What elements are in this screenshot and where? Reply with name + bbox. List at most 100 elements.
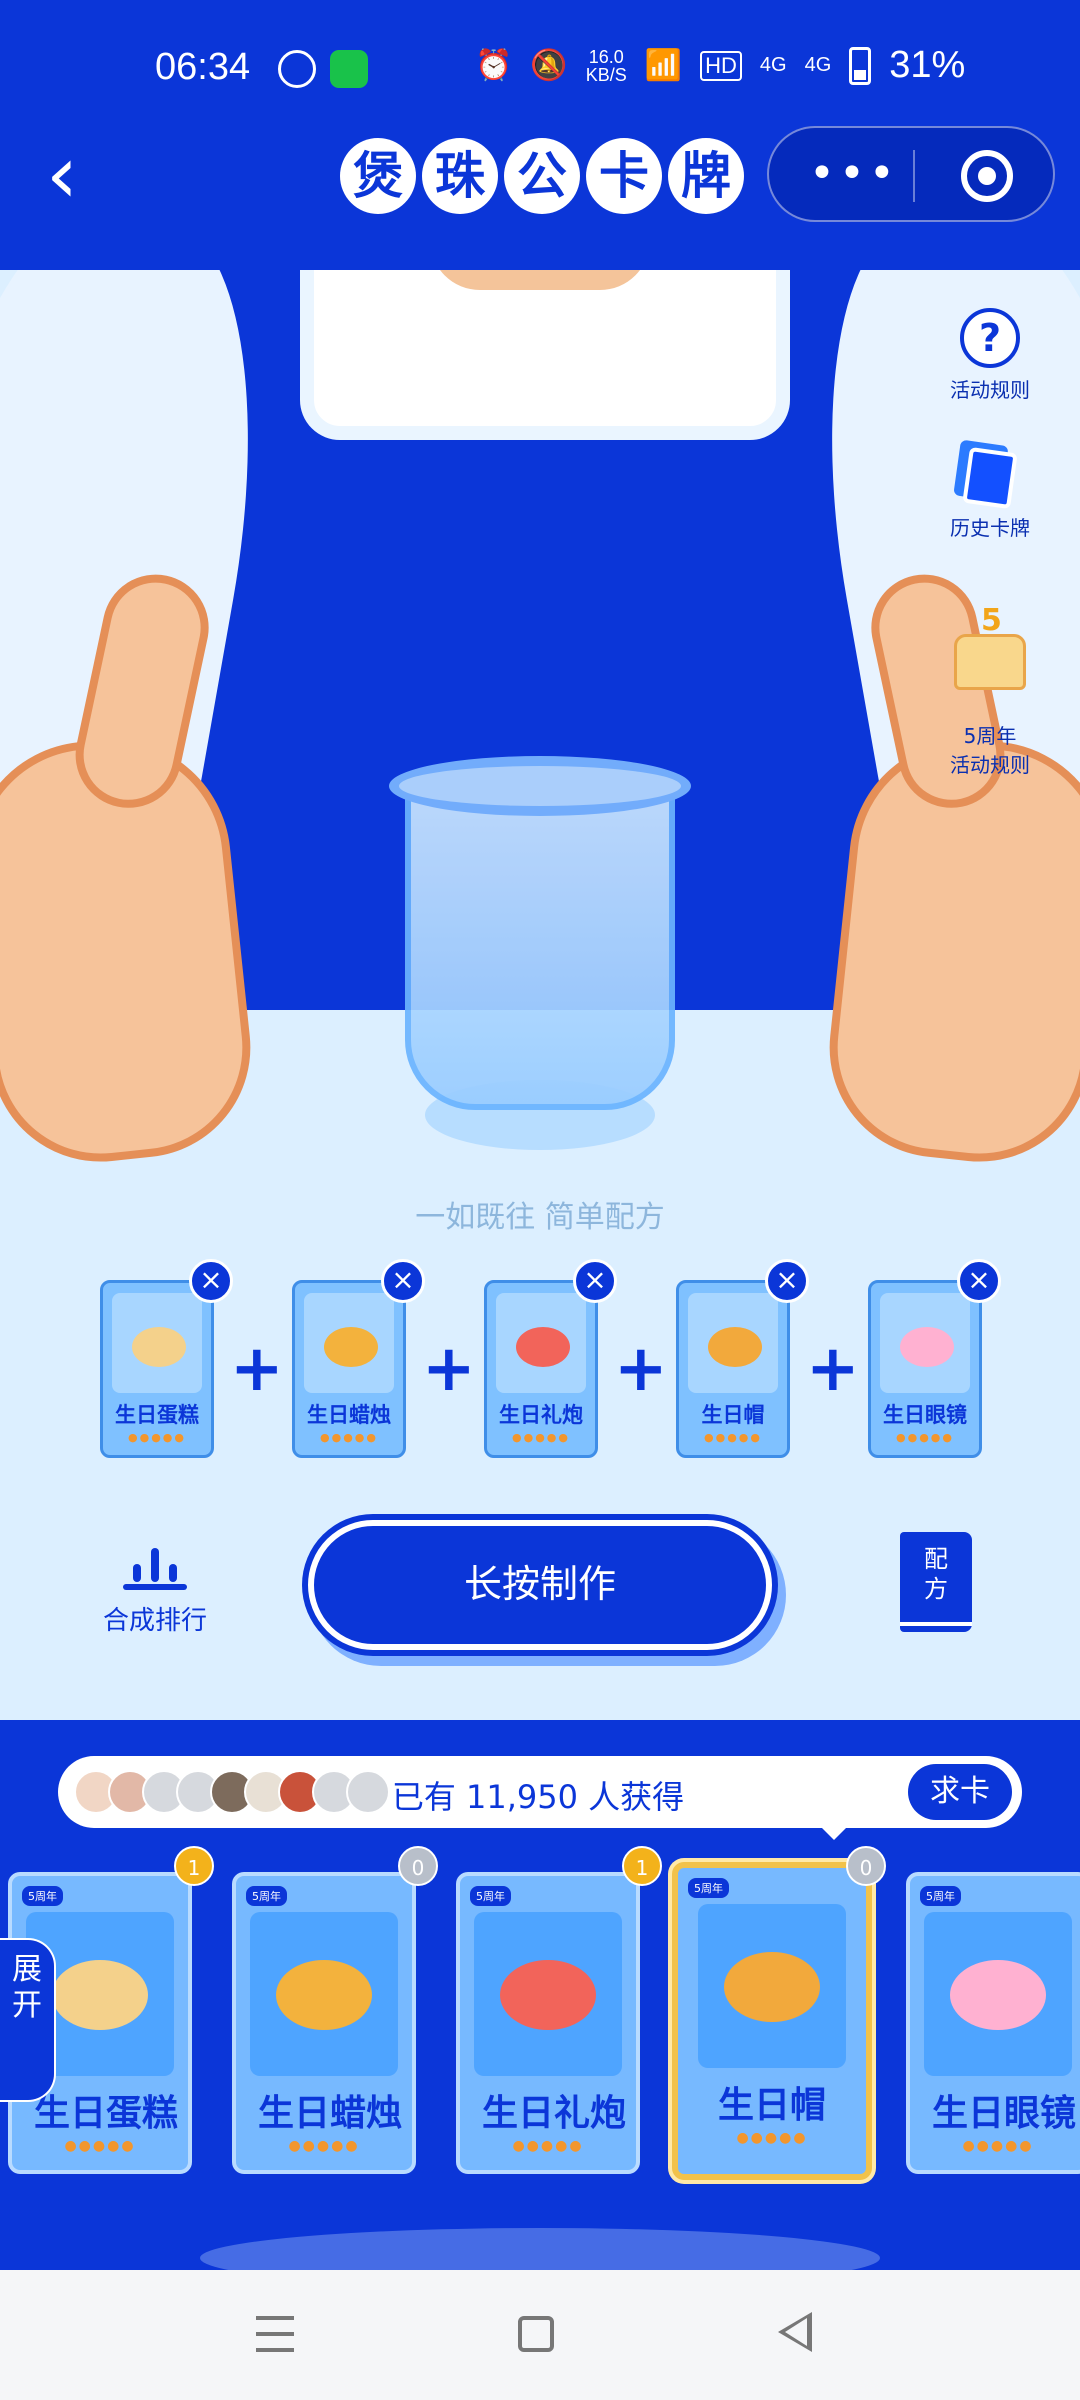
plus-icon: + — [614, 1332, 668, 1406]
alarm-icon: ⏰ — [475, 49, 513, 82]
anniversary-rules-label: 5周年 活动规则 — [950, 724, 1030, 777]
card-tag: 5周年 — [246, 1886, 287, 1906]
ingredient-label: 生日礼炮 — [499, 1403, 583, 1427]
mute-icon: 🔕 — [530, 49, 568, 82]
collection-card[interactable]: 5周年 生日蜡烛 ●●●●● — [232, 1872, 416, 2174]
activity-rules-label: 活动规则 — [950, 378, 1030, 402]
remove-icon[interactable]: × — [189, 1259, 233, 1303]
anniversary-cake-icon — [954, 603, 1026, 690]
title-char: 牌 — [668, 138, 744, 214]
ingredient-card[interactable]: 生日蛋糕 ●●●●● × — [100, 1259, 233, 1458]
miniapp-capsule: ••• — [767, 126, 1055, 222]
page-title: 煲 珠 公 卡 牌 — [340, 138, 744, 214]
notification-icons — [278, 50, 368, 88]
card-name: 生日眼镜 — [931, 2093, 1076, 2134]
ranking-icon — [123, 1540, 187, 1590]
rarity-dots: ●●●●● — [704, 1431, 762, 1444]
signal-1: 4G — [759, 54, 787, 76]
card-tag: 5周年 — [470, 1886, 511, 1906]
card-count-badge: 1 — [622, 1846, 662, 1886]
net-speed: 16.0 KB/S — [586, 48, 627, 84]
net-speed-unit: KB/S — [585, 64, 627, 85]
expand-button[interactable]: 展 开 — [0, 1938, 56, 2102]
system-nav-bar — [0, 2270, 1080, 2400]
phone-call-icon — [330, 50, 368, 88]
hero-illustration — [0, 270, 1080, 1720]
party-glasses-icon — [880, 1293, 970, 1393]
rarity-dots: ●●●●● — [288, 2138, 360, 2154]
rarity-dots: ●●●●● — [512, 2138, 584, 2154]
card-count-badge: 0 — [398, 1846, 438, 1886]
anniversary-rules-button[interactable]: 5周年 活动规则 — [940, 603, 1040, 802]
recent-apps-icon[interactable] — [256, 2316, 294, 2352]
ranking-button[interactable]: 合成排行 — [90, 1540, 220, 1637]
ingredient-card[interactable]: 生日眼镜 ●●●●● × — [868, 1259, 1001, 1458]
neck — [430, 270, 650, 290]
title-char: 煲 — [340, 138, 416, 214]
history-cards-button[interactable]: 历史卡牌 — [940, 446, 1040, 541]
remove-icon[interactable]: × — [957, 1259, 1001, 1303]
owners-bar: 已有 11,950 人获得 求卡 — [58, 1756, 1022, 1840]
card-name: 生日礼炮 — [481, 2093, 626, 2134]
party-popper-icon — [474, 1912, 622, 2076]
card-tag: 5周年 — [22, 1886, 63, 1906]
cards-icon — [962, 446, 1018, 510]
candle-5-icon — [304, 1293, 394, 1393]
card-name: 生日蜡烛 — [257, 2093, 402, 2134]
title-char: 卡 — [586, 138, 662, 214]
wifi-icon: 📶 — [644, 49, 683, 82]
question-icon: ? — [960, 308, 1020, 368]
ingredient-label: 生日蛋糕 — [115, 1403, 199, 1427]
selection-pointer — [820, 1826, 848, 1840]
rarity-dots: ●●●●● — [320, 1431, 378, 1444]
candle-5-icon — [250, 1912, 398, 2076]
back-nav-icon[interactable] — [778, 2312, 812, 2352]
crown-hat-icon — [688, 1293, 778, 1393]
activity-rules-button[interactable]: ? 活动规则 — [940, 308, 1040, 403]
close-miniapp-icon[interactable] — [961, 150, 1013, 202]
wechat-icon — [278, 50, 316, 88]
plus-icon: + — [422, 1332, 476, 1406]
home-icon[interactable] — [518, 2316, 554, 2352]
rarity-dots: ●●●●● — [64, 2138, 136, 2154]
card-count-badge: 1 — [174, 1846, 214, 1886]
remove-icon[interactable]: × — [573, 1259, 617, 1303]
rarity-dots: ●●●●● — [512, 1431, 570, 1444]
owners-count-text: 已有 11,950 人获得 — [391, 1778, 685, 1816]
more-options-icon[interactable]: ••• — [809, 148, 899, 199]
collection-card[interactable]: 5周年 生日礼炮 ●●●●● — [456, 1872, 640, 2174]
remove-icon[interactable]: × — [765, 1259, 809, 1303]
recipe-ingredients: 生日蛋糕 ●●●●● × + 生日蜡烛 ●●●●● × + 生日礼炮 ●●●●●… — [100, 1259, 1001, 1460]
party-popper-icon — [496, 1293, 586, 1393]
water-cup-icon — [389, 756, 691, 1110]
card-count-badge: 0 — [846, 1846, 886, 1886]
hold-to-make-button[interactable]: 长按制作 — [308, 1520, 772, 1650]
ingredient-label: 生日帽 — [701, 1403, 765, 1427]
party-glasses-icon — [924, 1912, 1072, 2076]
shirt-collar — [300, 270, 790, 440]
collection-card[interactable]: 5周年 生日眼镜 ●●●●● — [906, 1872, 1080, 2174]
plus-icon: + — [806, 1332, 860, 1406]
ingredient-card[interactable]: 生日礼炮 ●●●●● × — [484, 1259, 617, 1458]
history-cards-label: 历史卡牌 — [950, 516, 1030, 540]
ingredient-label: 生日眼镜 — [883, 1403, 967, 1427]
rarity-dots: ●●●●● — [736, 2130, 808, 2146]
recipe-book-button[interactable]: 配 方 — [900, 1532, 972, 1632]
ingredient-card[interactable]: 生日帽 ●●●●● × — [676, 1259, 809, 1458]
ingredient-label: 生日蜡烛 — [307, 1403, 391, 1427]
back-button[interactable]: ‹ — [46, 135, 106, 220]
capsule-divider — [913, 150, 915, 202]
status-bar: 06:34 ⏰ 🔕 16.0 KB/S 📶 HD 4G 4G 31% — [0, 0, 1080, 140]
card-tag: 5周年 — [920, 1886, 961, 1906]
crown-hat-icon — [698, 1904, 846, 2068]
cup-rim — [389, 756, 691, 816]
recipe-caption: 一如既往 简单配方 — [415, 1200, 665, 1235]
card-tag: 5周年 — [688, 1878, 729, 1898]
hd-badge: HD — [700, 50, 742, 81]
signal-2: 4G — [804, 54, 832, 76]
remove-icon[interactable]: × — [381, 1259, 425, 1303]
battery-icon — [849, 46, 872, 85]
request-card-button[interactable]: 求卡 — [908, 1764, 1012, 1820]
collection-card-selected[interactable]: 5周年 生日帽 ●●●●● — [672, 1862, 872, 2180]
ingredient-card[interactable]: 生日蜡烛 ●●●●● × — [292, 1259, 425, 1458]
